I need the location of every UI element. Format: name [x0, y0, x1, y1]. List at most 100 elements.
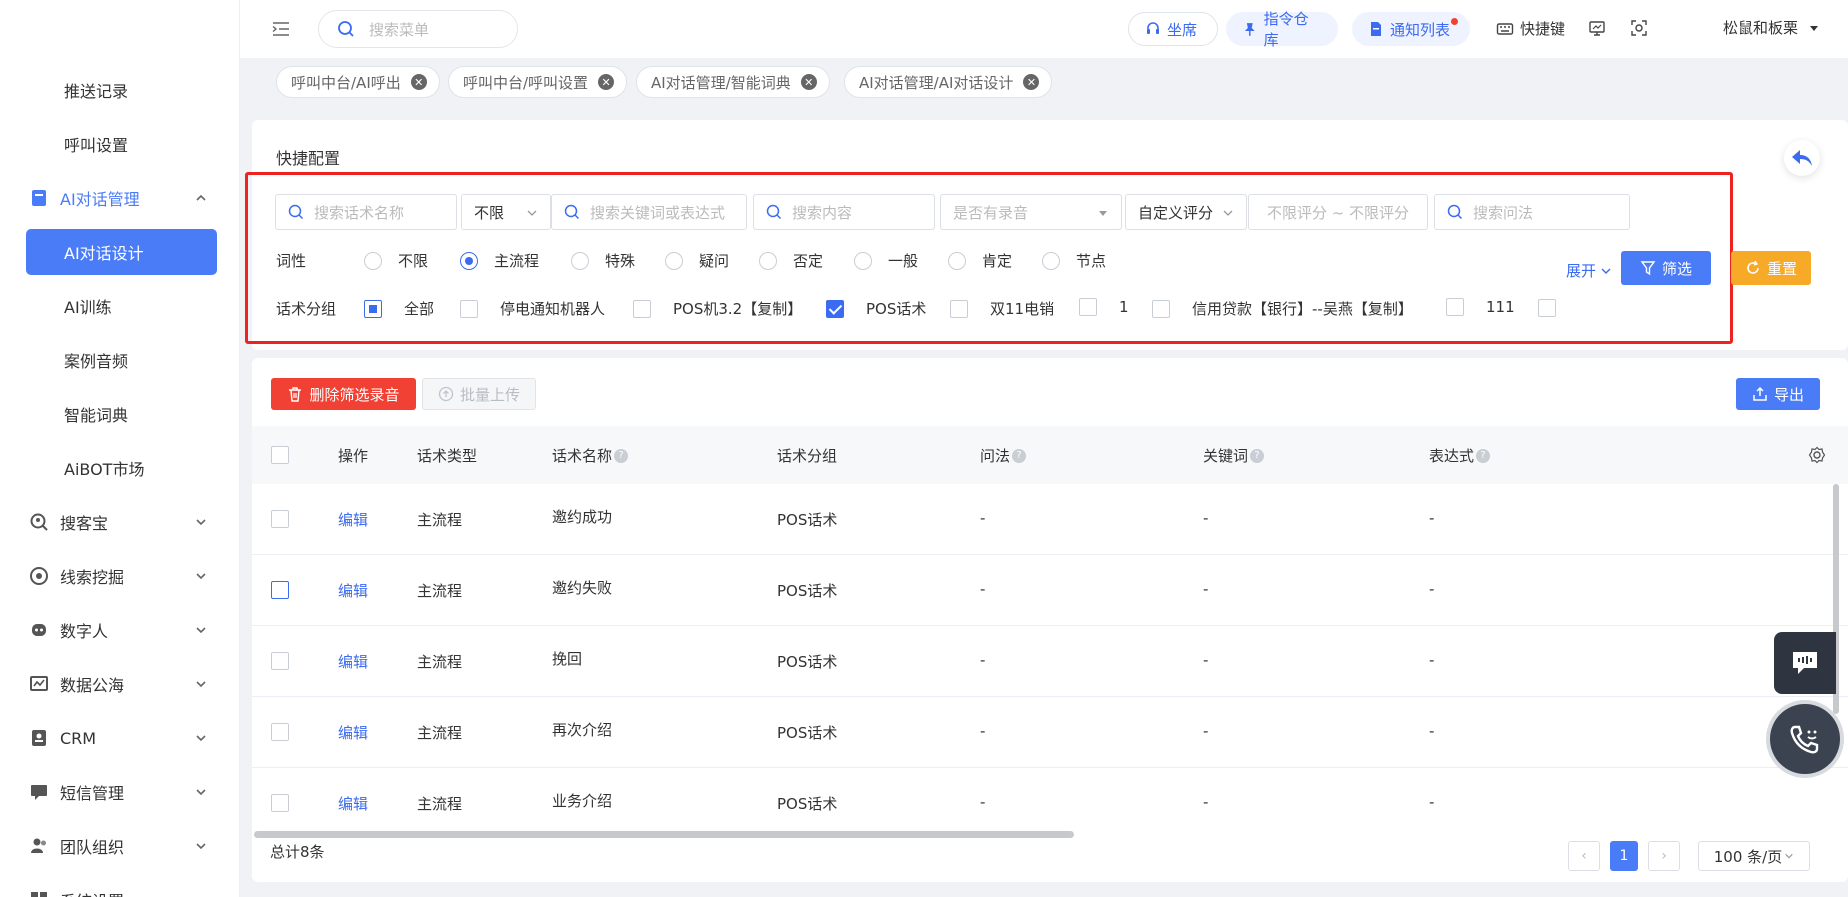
page-number[interactable]: 1: [1610, 841, 1638, 871]
group-option-111[interactable]: 111: [1446, 298, 1515, 316]
group-option-pos-script[interactable]: POS话术: [826, 298, 926, 319]
group-option-1[interactable]: 1: [1079, 298, 1129, 316]
tab-smart-dict[interactable]: AI对话管理/智能词典 ✕: [636, 66, 830, 98]
menu-search-input[interactable]: 搜索菜单: [318, 10, 518, 48]
sidebar-item-aibot-market[interactable]: AiBOT市场: [0, 445, 239, 491]
screenshot-icon[interactable]: [1630, 19, 1648, 37]
limit-select[interactable]: 不限: [461, 194, 551, 230]
sidebar-group-soukebao[interactable]: 搜客宝: [0, 499, 239, 545]
sidebar-group-crm[interactable]: CRM: [0, 715, 239, 761]
row-checkbox[interactable]: [271, 510, 289, 528]
tab-ai-outbound[interactable]: 呼叫中台/AI呼出 ✕: [276, 66, 440, 98]
group-option-more[interactable]: [1538, 299, 1556, 317]
sidebar-group-ai-dialog[interactable]: AI对话管理: [0, 175, 239, 221]
quick-config-panel: 快捷配置 搜索话术名称 不限 搜索关键词或表达式 搜索内容 是否有录音 自定义评…: [245, 120, 1848, 350]
row-checkbox[interactable]: [271, 794, 289, 812]
tab-call-settings[interactable]: 呼叫中台/呼叫设置 ✕: [448, 66, 628, 98]
sidebar-item-ai-training[interactable]: AI训练: [0, 283, 239, 329]
sidebar-group-lead-mining[interactable]: 线索挖掘: [0, 553, 239, 599]
keyboard-icon: [1496, 22, 1514, 35]
user-name[interactable]: 松鼠和板栗: [1723, 17, 1798, 38]
filter-button[interactable]: 筛选: [1621, 251, 1711, 285]
sidebar-group-team[interactable]: 团队组织: [0, 823, 239, 869]
row-checkbox[interactable]: [271, 581, 289, 599]
group-option-credit-loan-copy[interactable]: 信用贷款【银行】--吴燕【复制】: [1152, 298, 1413, 319]
shortcut-button[interactable]: 快捷键: [1496, 18, 1565, 39]
edit-link[interactable]: 编辑: [338, 580, 368, 601]
pos-option-special[interactable]: 特殊: [571, 250, 635, 271]
pin-icon: [1244, 23, 1255, 36]
caret-down-icon[interactable]: [1808, 22, 1820, 34]
close-icon[interactable]: ✕: [800, 74, 817, 90]
script-name-search[interactable]: 搜索话术名称: [275, 194, 457, 230]
has-recording-select[interactable]: 是否有录音: [940, 194, 1122, 230]
pos-option-positive[interactable]: 肯定: [948, 250, 1012, 271]
keyword-search[interactable]: 搜索关键词或表达式: [551, 194, 747, 230]
gear-icon[interactable]: [1808, 446, 1826, 464]
next-page-button[interactable]: ›: [1648, 841, 1680, 871]
top-header: 搜索菜单 坐席 指令仓库 通知列表 快捷键 松鼠和板栗: [240, 0, 1848, 58]
pos-option-negative[interactable]: 否定: [759, 250, 823, 271]
select-all-checkbox[interactable]: [271, 446, 289, 464]
phone-assistant-button[interactable]: [1770, 704, 1840, 774]
sidebar-group-digital-human[interactable]: 数字人: [0, 607, 239, 653]
export-button[interactable]: 导出: [1736, 378, 1820, 410]
horizontal-scrollbar[interactable]: [254, 831, 1074, 838]
batch-upload-button[interactable]: 批量上传: [422, 378, 536, 410]
monitor-icon[interactable]: [1588, 19, 1606, 37]
pos-option-main-flow[interactable]: 主流程: [460, 250, 539, 271]
seat-button[interactable]: 坐席: [1128, 12, 1218, 46]
prev-page-button[interactable]: ‹: [1568, 841, 1600, 871]
close-icon[interactable]: ✕: [598, 74, 615, 90]
group-option-double11[interactable]: 双11电销: [950, 298, 1054, 319]
sidebar-group-system[interactable]: 系统设置: [0, 877, 239, 897]
command-repo-button[interactable]: 指令仓库: [1226, 10, 1338, 49]
chevron-down-icon: [196, 627, 206, 634]
group-option-all[interactable]: 全部: [364, 298, 434, 319]
chevron-down-icon: [196, 789, 206, 796]
col-group: 话术分组: [777, 447, 838, 465]
edit-link[interactable]: 编辑: [338, 509, 368, 530]
row-checkbox[interactable]: [271, 652, 289, 670]
sidebar-item-ai-dialog-design[interactable]: AI对话设计: [26, 229, 217, 275]
pos-option-question[interactable]: 疑问: [665, 250, 729, 271]
pos-option-unlimited[interactable]: 不限: [364, 250, 428, 271]
question-search[interactable]: 搜索问法: [1434, 194, 1630, 230]
menu-fold-icon[interactable]: [270, 18, 292, 40]
sidebar-item-call-settings[interactable]: 呼叫设置: [0, 121, 239, 167]
score-range-input[interactable]: 不限评分 ~ 不限评分: [1248, 194, 1428, 230]
edit-link[interactable]: 编辑: [338, 651, 368, 672]
table-header: 操作 话术类型 话术名称? 话术分组 问法? 关键词? 表达式?: [252, 426, 1848, 484]
help-icon[interactable]: ?: [1250, 448, 1265, 463]
help-icon[interactable]: ?: [1476, 448, 1491, 463]
tab-ai-dialog-design[interactable]: AI对话管理/AI对话设计 ✕: [844, 66, 1053, 98]
search-icon: [1447, 204, 1463, 220]
back-button[interactable]: [1784, 140, 1820, 176]
sidebar-item-smart-dict[interactable]: 智能词典: [0, 391, 239, 437]
pos-option-node[interactable]: 节点: [1042, 250, 1106, 271]
sidebar-group-data-sea[interactable]: 数据公海: [0, 661, 239, 707]
group-option-outage-bot[interactable]: 停电通知机器人: [460, 298, 605, 319]
row-checkbox[interactable]: [271, 723, 289, 741]
page-size-select[interactable]: 100 条/页: [1698, 841, 1810, 871]
notify-list-button[interactable]: 通知列表: [1352, 12, 1470, 46]
group-option-pos32-copy[interactable]: POS机3.2【复制】: [633, 298, 802, 319]
close-icon[interactable]: ✕: [1023, 74, 1040, 90]
edit-link[interactable]: 编辑: [338, 722, 368, 743]
help-icon[interactable]: ?: [1012, 448, 1027, 463]
sidebar-item-case-audio[interactable]: 案例音频: [0, 337, 239, 383]
voice-chat-icon: [1793, 652, 1817, 674]
content-search[interactable]: 搜索内容: [753, 194, 935, 230]
reset-button[interactable]: 重置: [1731, 251, 1811, 285]
col-name: 话术名称?: [552, 445, 629, 466]
delete-filtered-recordings-button[interactable]: 删除筛选录音: [271, 378, 416, 410]
close-icon[interactable]: ✕: [410, 74, 427, 90]
custom-score-select[interactable]: 自定义评分: [1125, 194, 1247, 230]
sidebar-group-sms[interactable]: 短信管理: [0, 769, 239, 815]
sidebar-item-push-records[interactable]: 推送记录: [0, 67, 239, 113]
chat-float-button[interactable]: [1774, 632, 1836, 694]
expand-toggle[interactable]: 展开: [1566, 260, 1612, 281]
edit-link[interactable]: 编辑: [338, 793, 368, 814]
pos-option-general[interactable]: 一般: [854, 250, 918, 271]
help-icon[interactable]: ?: [614, 448, 629, 463]
